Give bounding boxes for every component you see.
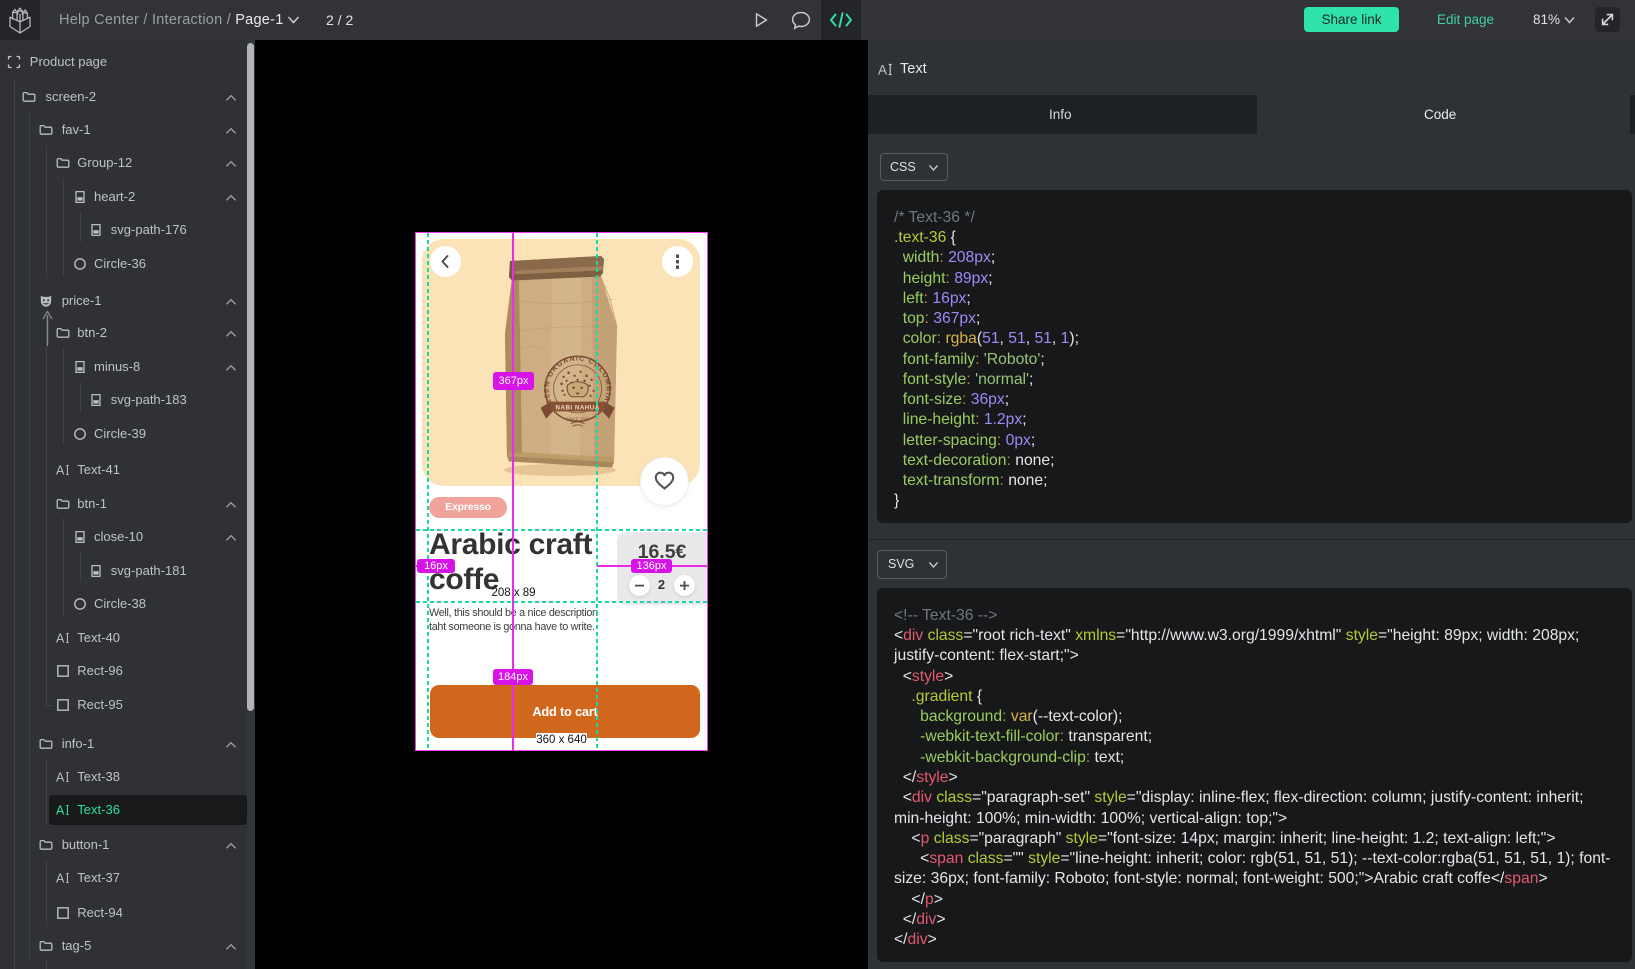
svg-text:A: A — [878, 63, 887, 78]
svg-text:SINCE 1932: SINCE 1932 — [566, 416, 590, 421]
svg-text:A: A — [56, 803, 65, 817]
svg-text:A: A — [56, 631, 65, 645]
svg-text:A: A — [56, 464, 65, 478]
svg-text:NABI NAHUA: NABI NAHUA — [556, 404, 600, 411]
svg-text:A: A — [56, 872, 65, 886]
svg-text:A: A — [56, 770, 65, 784]
